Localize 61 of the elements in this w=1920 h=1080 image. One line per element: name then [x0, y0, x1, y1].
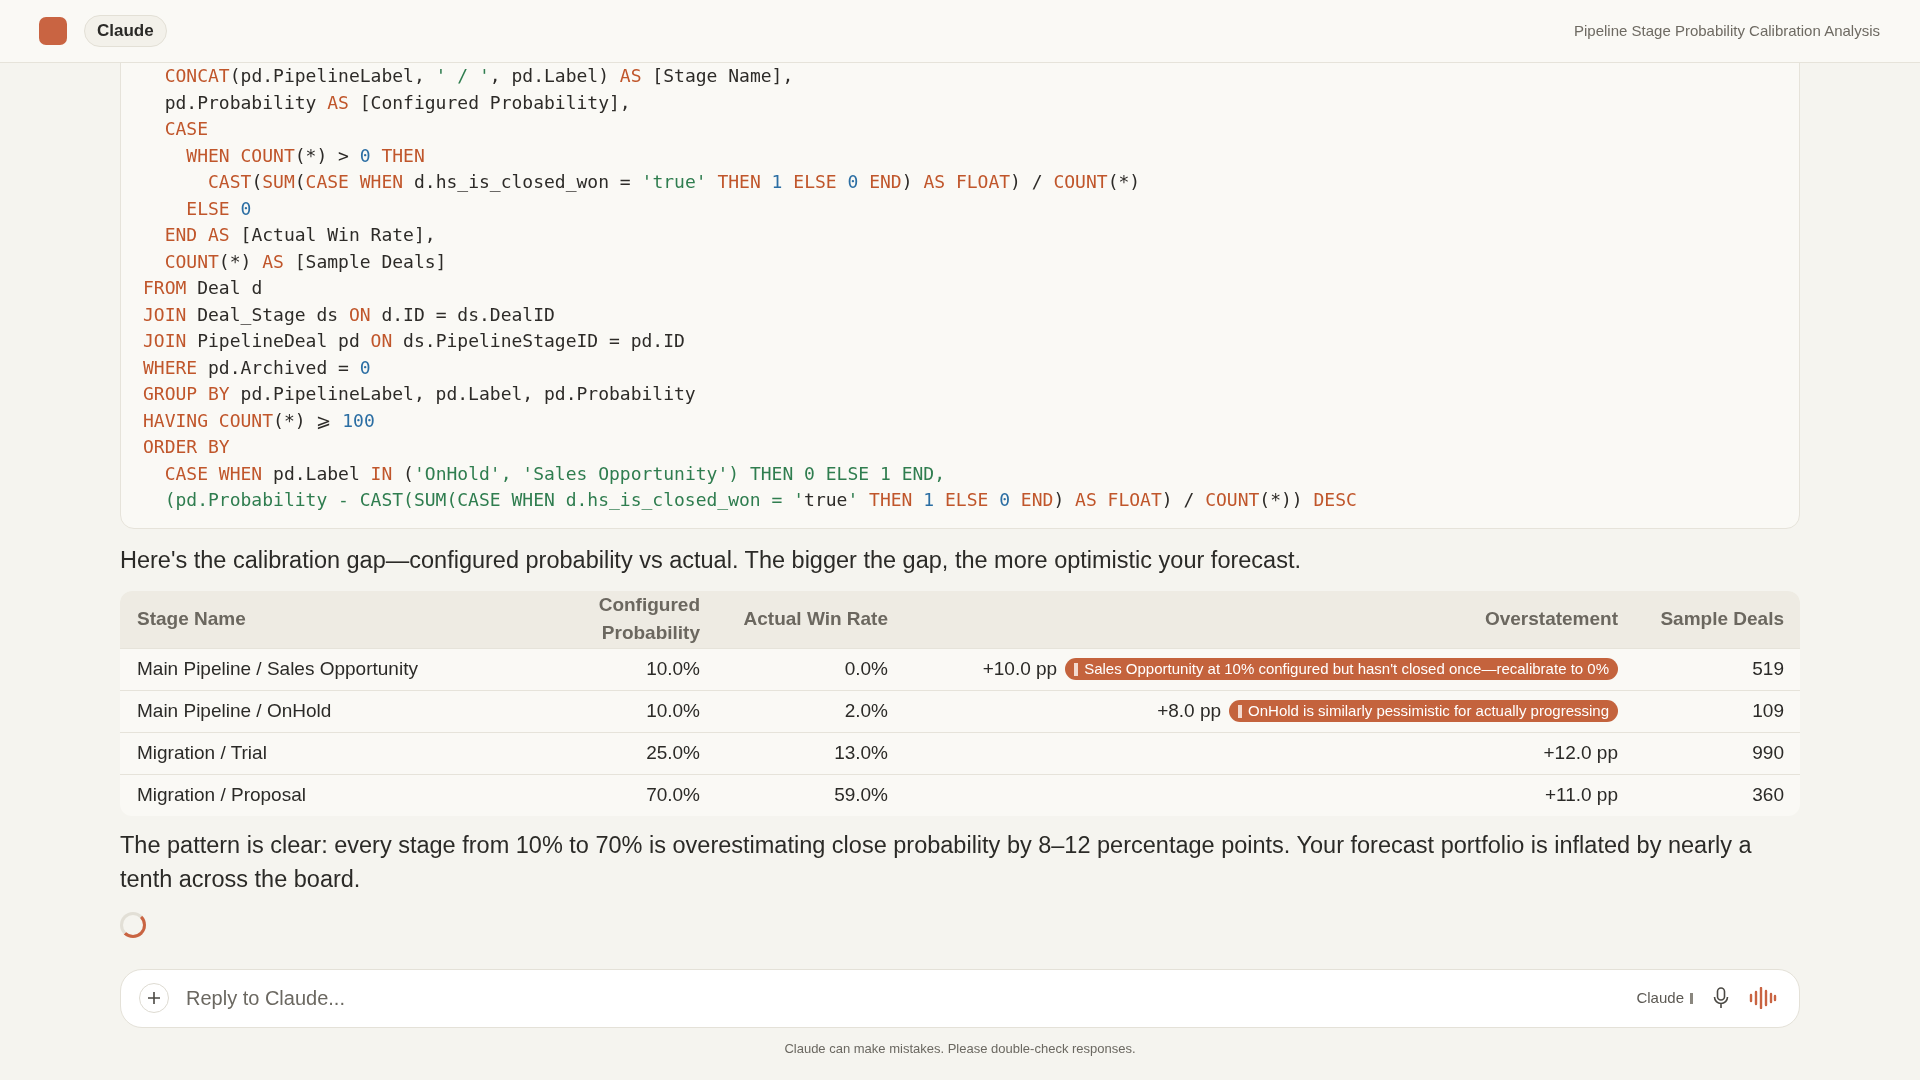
column-header: Sample Deals	[1634, 590, 1800, 648]
table-cell: 2.0%	[716, 690, 904, 732]
table-cell: 0.0%	[716, 648, 904, 690]
code-line: CAST(SUM(CASE WHEN d.hs_is_closed_won = 'true' THEN 1 ELSE 0 END) AS FLOAT) / COUNT(*)	[207, 170, 1142, 194]
loading-spinner-icon	[120, 912, 146, 938]
column-header: Stage Name	[120, 590, 500, 648]
table-cell: 70.0%	[500, 774, 716, 816]
table-cell: 109	[1634, 690, 1800, 732]
table-cell: 10.0%	[500, 690, 716, 732]
table-cell: 519	[1634, 648, 1800, 690]
table-cell: 10.0%	[500, 648, 716, 690]
code-line: JOIN Deal_Stage ds ON d.ID = ds.DealID	[143, 302, 556, 327]
model-selector[interactable]: Claude	[1636, 986, 1693, 1010]
code-line: ORDER BY	[143, 435, 231, 459]
column-header: Actual Win Rate	[716, 590, 904, 648]
app-logo-icon[interactable]	[39, 17, 67, 45]
paragraph: The pattern is clear: every stage from 10% to 70% is overestimating close probability by 8–12 percentage points. Your forecast portfolio is inflated by nearly a tenth across the board.	[120, 831, 1753, 894]
waveform-icon	[1749, 987, 1777, 1009]
table-cell-text: +10.0 pp	[982, 656, 1058, 681]
table-cell: Main Pipeline / OnHold	[120, 690, 500, 732]
table-cell: 13.0%	[716, 732, 904, 774]
bar-icon	[1238, 704, 1243, 718]
note-badge: Sales Opportunity at 10% configured but hasn't closed once—recalibrate to 0%	[1065, 658, 1618, 680]
table-cell: 990	[1634, 732, 1800, 774]
code-line: JOIN PipelineDeal pd ON ds.PipelineStageID = pd.ID	[143, 329, 686, 353]
table-cell: 360	[1634, 774, 1800, 816]
code-line: END AS [Actual Win Rate],	[163, 223, 437, 247]
table-cell-text: +12.0 pp	[1543, 740, 1618, 765]
plus-icon	[147, 991, 161, 1005]
column-header: Configured Probability	[500, 590, 716, 648]
code-line: HAVING COUNT(*) ⩾ 100	[143, 408, 376, 433]
code-line: pd.Probability AS [Configured Probability],	[163, 90, 632, 115]
code-line: WHEN COUNT(*) > 0 THEN	[185, 143, 426, 168]
table-cell: 59.0%	[716, 774, 904, 816]
note-badge: OnHold is similarly pessimistic for actually progressing	[1229, 700, 1618, 722]
code-line: WHERE pd.Archived = 0	[143, 355, 372, 380]
caret-icon	[1690, 992, 1693, 1004]
voice-button[interactable]	[1749, 987, 1777, 1009]
table-cell-text: +11.0 pp	[1544, 783, 1618, 807]
column-header: Overstatement	[904, 590, 1634, 648]
reply-field[interactable]: Reply to Claude... Claude	[120, 968, 1800, 1028]
table-cell: 25.0%	[500, 732, 716, 774]
code-line: ELSE 0	[185, 196, 253, 221]
table-cell: Migration / Proposal	[120, 774, 500, 816]
code-line: (pd.Probability - CAST(SUM(CASE WHEN d.hs_is_closed_won = 'true' THEN 1 ELSE 0 END) AS FLOAT) / COUNT(*)) DESC	[163, 488, 1358, 512]
table-cell: Migration / Trial	[120, 732, 500, 774]
app-name-button[interactable]: Claude	[84, 15, 167, 47]
paragraph: Here's the calibration gap—configured probability vs actual. The bigger the gap, the more optimistic your forecast.	[120, 545, 1302, 575]
code-line: CASE WHEN pd.Label IN ('OnHold', 'Sales Opportunity') THEN 0 ELSE 1 END,	[163, 461, 946, 486]
microphone-button[interactable]	[1713, 987, 1729, 1009]
disclaimer-text: Claude can make mistakes. Please double-check responses.	[783, 1039, 1137, 1058]
table-cell-text: +8.0 pp	[1157, 698, 1222, 723]
microphone-icon	[1713, 987, 1729, 1009]
code-line: CONCAT(pd.PipelineLabel, ' / ', pd.Label) AS [Stage Name],	[163, 64, 795, 88]
table-cell: Main Pipeline / Sales Opportunity	[120, 648, 500, 690]
code-line: COUNT(*) AS [Sample Deals]	[163, 249, 448, 274]
code-line: FROM Deal d	[143, 276, 264, 300]
code-line: GROUP BY pd.PipelineLabel, pd.Label, pd.Probability	[143, 382, 697, 406]
bar-icon	[1074, 662, 1079, 676]
conversation-title[interactable]: Pipeline Stage Probability Calibration Analysis	[1574, 19, 1880, 43]
code-line: CASE	[163, 117, 210, 141]
